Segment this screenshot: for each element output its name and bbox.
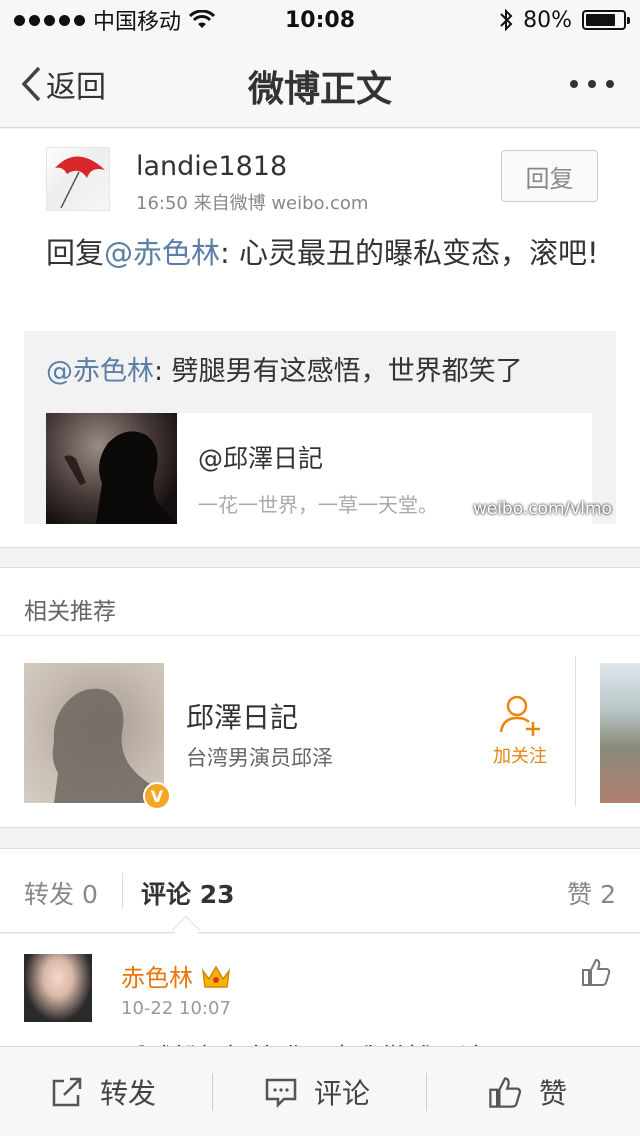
page-title: 微博正文 — [247, 69, 392, 110]
post-author-avatar[interactable] — [46, 147, 110, 211]
profile-silhouette-icon — [52, 688, 164, 803]
toolbar-divider — [426, 1073, 427, 1111]
like-button[interactable]: 赞 — [487, 1047, 567, 1136]
follow-label: 加关注 — [493, 746, 547, 767]
battery-fill — [586, 14, 615, 26]
comment-item: 赤色林 10-22 10:07 睡球粉好好管嘴，去我微博评论 — [0, 934, 640, 1054]
verified-badge: V — [143, 782, 171, 810]
follow-button[interactable]: 加关注 — [488, 692, 552, 768]
quoted-post[interactable]: @赤色林: 劈腿男有这感悟，世界都笑了 @邱澤日記 一花一世界，一草一天堂。 — [24, 331, 616, 524]
post-text-body: : 心灵最丑的曝私变态，滚吧! — [220, 236, 599, 270]
umbrella-icon — [55, 156, 105, 209]
related-recommendations: 相关推荐 V 邱澤日記 台湾男演员邱泽 加关注 — [0, 567, 640, 828]
bottom-toolbar: 转发 评论 赞 — [0, 1046, 640, 1136]
shared-card-title: @邱澤日記 — [198, 444, 324, 473]
signal-strength-icon — [14, 14, 85, 26]
status-left: 中国移动 — [14, 4, 216, 36]
repost-button[interactable]: 转发 — [50, 1047, 156, 1136]
comment-like-button[interactable] — [580, 956, 612, 992]
recommended-user-description: 台湾男演员邱泽 — [186, 746, 333, 770]
post-mention-link[interactable]: @赤色林 — [104, 236, 220, 270]
quoted-text: @赤色林: 劈腿男有这感悟，世界都笑了 — [46, 349, 523, 388]
status-bar: 中国移动 10:08 80% — [0, 0, 640, 40]
nav-bar: 返回 微博正文 — [0, 40, 640, 128]
quoted-mention-link[interactable]: @赤色林 — [46, 356, 154, 387]
commenter-name[interactable]: 赤色林 — [121, 958, 193, 993]
silhouette-icon — [64, 431, 177, 524]
tab-repost[interactable]: 转发 0 — [24, 875, 98, 911]
next-recommendation-card[interactable] — [600, 663, 640, 803]
watermark: weibo.com/vlmo — [472, 499, 612, 519]
comment-icon — [265, 1078, 297, 1109]
thumbs-up-icon — [489, 1077, 522, 1108]
recommended-user-avatar[interactable] — [24, 663, 164, 803]
post-text-prefix: 回复 — [46, 236, 105, 270]
comment-button[interactable]: 评论 — [264, 1047, 370, 1136]
shared-card-description: 一花一世界，一草一天堂。 — [198, 493, 438, 517]
commenter-avatar[interactable] — [24, 954, 92, 1022]
quoted-text-body: : 劈腿男有这感悟，世界都笑了 — [154, 356, 523, 387]
toolbar-divider — [212, 1073, 213, 1111]
post-author-name[interactable]: landie1818 — [136, 151, 287, 182]
crown-icon — [201, 965, 231, 988]
like-label: 赞 — [539, 1077, 568, 1110]
tab-likes[interactable]: 赞 2 — [567, 875, 616, 911]
status-right: 80% — [499, 7, 630, 33]
tab-comments-label: 评论 — [141, 880, 192, 909]
post-card: landie1818 16:50 来自微博 weibo.com 回复 回复@赤色… — [0, 129, 640, 548]
comment-time: 10-22 10:07 — [121, 998, 231, 1019]
battery-icon — [582, 10, 630, 30]
commenter-name-row: 赤色林 — [121, 958, 231, 993]
card-divider — [575, 656, 576, 806]
carrier-label: 中国移动 — [93, 10, 182, 35]
reply-button[interactable]: 回复 — [501, 150, 598, 202]
wifi-icon — [189, 10, 216, 28]
add-user-icon — [499, 695, 540, 736]
tab-comments[interactable]: 评论 23 — [141, 875, 235, 911]
share-icon — [52, 1077, 82, 1107]
more-options-icon[interactable] — [570, 80, 614, 88]
post-text: 回复@赤色林: 心灵最丑的曝私变态，滚吧! — [46, 229, 606, 277]
tab-comments-count: 23 — [199, 880, 235, 909]
recommended-user-name[interactable]: 邱澤日記 — [186, 696, 298, 736]
bluetooth-icon — [500, 8, 513, 32]
shared-card-thumbnail — [46, 413, 177, 524]
thumbs-up-icon — [582, 958, 611, 986]
comment-label: 评论 — [314, 1077, 371, 1110]
post-meta: 16:50 来自微博 weibo.com — [136, 193, 369, 214]
repost-label: 转发 — [100, 1077, 157, 1110]
interaction-tabs: 转发 0 评论 23 赞 2 — [0, 848, 640, 945]
tab-divider — [122, 873, 123, 909]
battery-percent: 80% — [523, 7, 572, 33]
section-header: 相关推荐 — [0, 568, 640, 636]
